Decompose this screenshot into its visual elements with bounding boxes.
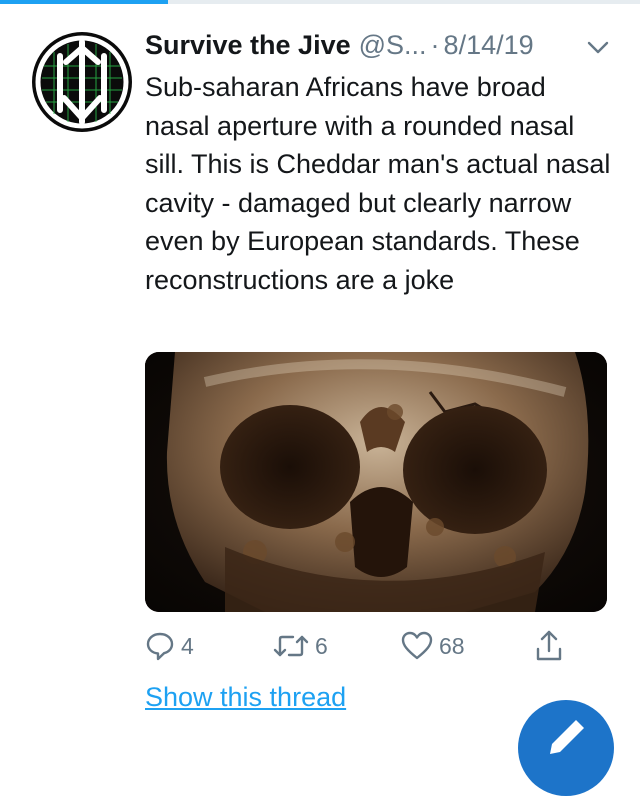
show-thread-link[interactable]: Show this thread <box>145 682 346 713</box>
tweet-header: Survive the Jive @S... · 8/14/19 <box>145 30 612 70</box>
avatar[interactable] <box>32 32 132 132</box>
author-handle[interactable]: @S... <box>359 30 427 60</box>
retweet-icon <box>273 635 309 657</box>
share-button[interactable] <box>535 628 563 664</box>
retweet-button[interactable]: 6 <box>273 628 328 664</box>
reply-count: 4 <box>181 632 194 659</box>
tweet-date[interactable]: 8/14/19 <box>444 30 534 60</box>
avatar-rune-icon <box>34 34 130 130</box>
tweet-text: Sub-saharan Africans have broad nasal ap… <box>145 72 611 295</box>
share-icon <box>536 630 562 661</box>
tweet-actions: 4 6 68 <box>145 628 575 668</box>
chevron-down-icon[interactable] <box>586 36 610 60</box>
tab-indicator-strip <box>0 0 640 4</box>
skull-image <box>145 352 607 612</box>
tweet-image[interactable] <box>145 352 607 612</box>
author-name[interactable]: Survive the Jive <box>145 30 351 60</box>
heart-icon <box>401 631 433 660</box>
reply-icon <box>146 632 174 661</box>
compose-button[interactable] <box>518 700 614 796</box>
like-count: 68 <box>439 632 465 659</box>
compose-icon <box>550 720 584 754</box>
retweet-count: 6 <box>315 632 328 659</box>
like-button[interactable]: 68 <box>401 628 465 664</box>
separator-dot: · <box>430 30 440 60</box>
active-tab-indicator <box>0 0 168 4</box>
reply-button[interactable]: 4 <box>145 628 194 664</box>
